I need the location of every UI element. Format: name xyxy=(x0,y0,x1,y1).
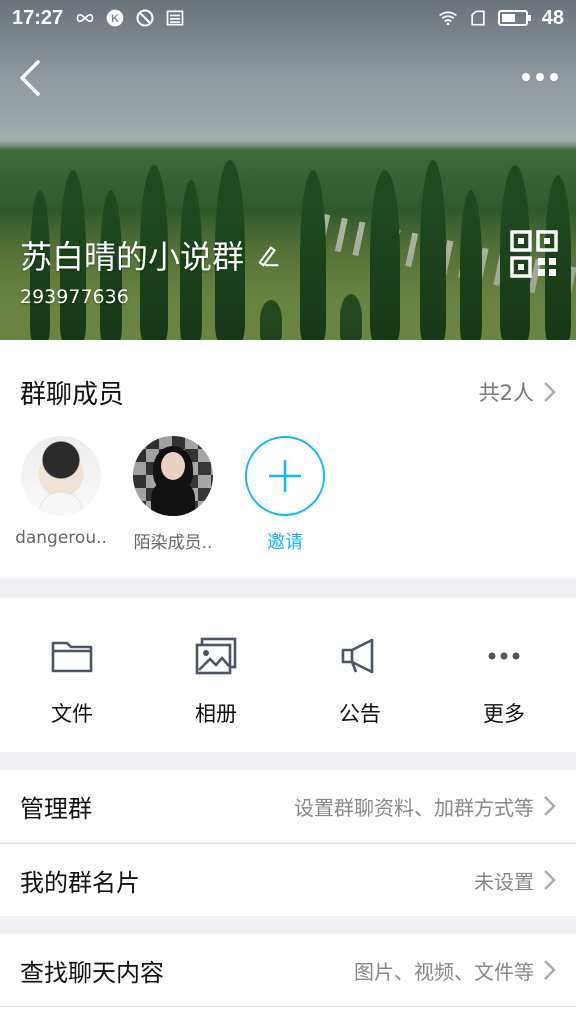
members-header[interactable]: 群聊成员 共2人 xyxy=(0,340,576,444)
members-section: 群聊成员 共2人 dangerou.. 陌染成员.. 邀请 xyxy=(0,340,576,578)
battery-level: 48 xyxy=(541,6,564,29)
member-name: 陌染成员.. xyxy=(133,533,213,553)
tool-label: 文件 xyxy=(51,702,93,726)
svg-text:K: K xyxy=(111,13,119,25)
album-icon xyxy=(195,637,237,675)
more-options-button[interactable] xyxy=(518,62,562,92)
qr-code-button[interactable] xyxy=(510,230,558,278)
tool-album[interactable]: 相册 xyxy=(144,598,288,752)
invite-label: 邀请 xyxy=(267,532,303,553)
more-dots-icon xyxy=(522,73,530,81)
chevron-right-icon xyxy=(544,382,556,402)
search-chat-row[interactable]: 查找聊天内容 图片、视频、文件等 xyxy=(0,934,576,1006)
more-dots-icon xyxy=(488,652,520,660)
row-value: 未设置 xyxy=(474,869,534,894)
battery-icon xyxy=(497,10,531,26)
members-title: 群聊成员 xyxy=(20,379,125,410)
megaphone-icon xyxy=(341,638,374,674)
manage-group-row[interactable]: 管理群 设置群聊资料、加群方式等 xyxy=(0,770,576,842)
row-title: 管理群 xyxy=(20,794,92,823)
avatar xyxy=(21,436,101,516)
group-id: 293977636 xyxy=(20,286,129,308)
chevron-right-icon xyxy=(544,796,556,816)
tool-label: 相册 xyxy=(195,702,237,726)
member-name: dangerou.. xyxy=(15,528,107,548)
next-row-partial[interactable] xyxy=(0,1007,576,1024)
sim-icon xyxy=(471,10,485,26)
back-button[interactable] xyxy=(14,58,50,98)
status-bar: 17:27 K 48 xyxy=(0,0,576,36)
row-title: 查找聊天内容 xyxy=(20,958,164,987)
invite-button[interactable]: 邀请 xyxy=(244,436,326,554)
back-arrow-icon xyxy=(20,60,40,96)
group-tools: 文件 相册 公告 更多 xyxy=(0,598,576,752)
group-name: 苏白晴的小说群 xyxy=(20,238,245,276)
infinity-icon xyxy=(76,13,94,23)
member-avatars: dangerou.. 陌染成员.. 邀请 xyxy=(15,436,326,554)
news-icon xyxy=(166,10,184,26)
group-name-row[interactable]: 苏白晴的小说群 xyxy=(20,232,282,278)
tool-files[interactable]: 文件 xyxy=(0,598,144,752)
block-icon xyxy=(136,9,154,27)
folder-icon xyxy=(51,641,93,673)
tool-label: 公告 xyxy=(339,702,381,726)
my-card-row[interactable]: 我的群名片 未设置 xyxy=(0,844,576,916)
tool-announcement[interactable]: 公告 xyxy=(288,598,432,752)
chevron-right-icon xyxy=(544,870,556,890)
tool-more[interactable]: 更多 xyxy=(432,598,576,752)
avatar xyxy=(133,436,213,516)
chevron-right-icon xyxy=(544,960,556,980)
plus-icon xyxy=(269,460,301,492)
member-item[interactable]: 陌染成员.. xyxy=(132,436,214,554)
status-time: 17:27 xyxy=(12,6,64,29)
member-item[interactable]: dangerou.. xyxy=(15,436,107,554)
edit-pencil-icon[interactable] xyxy=(256,242,282,268)
row-value: 图片、视频、文件等 xyxy=(354,959,534,984)
k-app-icon: K xyxy=(106,9,124,27)
wifi-icon xyxy=(438,11,457,26)
invite-circle xyxy=(245,436,325,516)
qr-code-icon xyxy=(510,230,558,278)
tool-label: 更多 xyxy=(483,702,525,726)
row-value: 设置群聊资料、加群方式等 xyxy=(294,795,534,820)
row-title: 我的群名片 xyxy=(20,868,140,897)
members-count: 共2人 xyxy=(478,381,534,405)
